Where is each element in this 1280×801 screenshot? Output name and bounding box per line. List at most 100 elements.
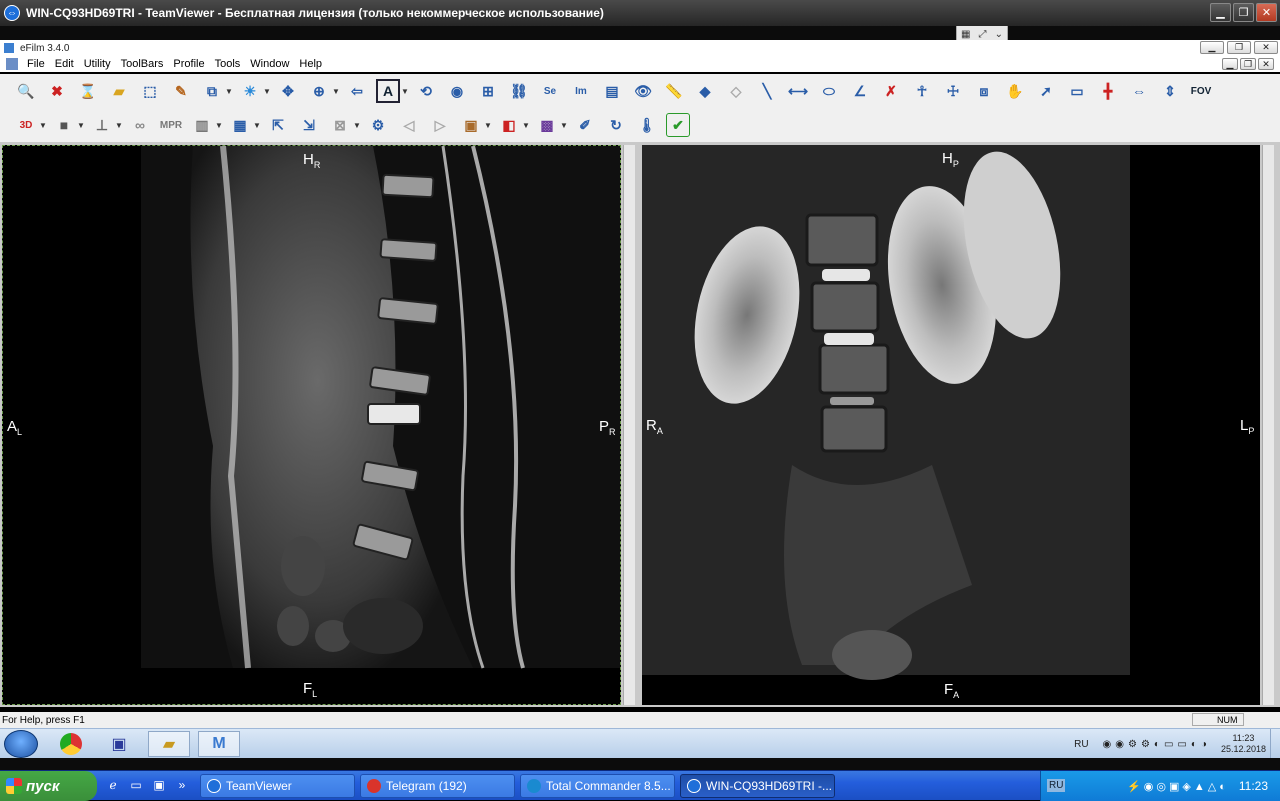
restore-button[interactable]: ❐ xyxy=(1233,3,1254,22)
film-icon[interactable]: ▦ xyxy=(228,113,252,137)
3d-dropdown[interactable]: ▼ xyxy=(39,121,47,130)
start-button[interactable]: пуск xyxy=(0,771,97,801)
cine-icon[interactable]: ◉ xyxy=(445,79,469,103)
ruler-icon[interactable]: 📏 xyxy=(662,79,686,103)
zoom-icon[interactable]: ⊕ xyxy=(307,79,331,103)
histogram-dropdown[interactable]: ▼ xyxy=(215,121,223,130)
window-level-icon[interactable]: ☀ xyxy=(238,79,262,103)
grid-icon[interactable]: ▦ xyxy=(961,29,970,40)
layout-grid-icon[interactable]: ⊞ xyxy=(476,79,500,103)
crosshair-icon[interactable]: ╋ xyxy=(1096,79,1120,103)
chrome-icon[interactable] xyxy=(50,731,92,757)
patient-icon[interactable]: ▣ xyxy=(459,113,483,137)
body-icon[interactable]: ☥ xyxy=(910,79,934,103)
rotate-image-icon[interactable]: ↻ xyxy=(604,113,628,137)
doc-close-button[interactable]: ✕ xyxy=(1258,58,1274,70)
delete-measure-icon[interactable]: ✗ xyxy=(879,79,903,103)
ellipse-roi-icon[interactable]: ⬭ xyxy=(817,79,841,103)
tray-icons[interactable]: ◉◉⚙⚙◐▭▭◐◑ xyxy=(1103,739,1211,750)
windows-start-orb[interactable] xyxy=(4,730,38,758)
arrow-annotation-icon[interactable]: ➚ xyxy=(1034,79,1058,103)
zoom-dropdown[interactable]: ▼ xyxy=(332,87,340,96)
menu-utility[interactable]: Utility xyxy=(79,58,116,70)
cube-dropdown[interactable]: ▼ xyxy=(77,121,85,130)
back-arrow-icon[interactable]: ⇦ xyxy=(345,79,369,103)
annotation-dropdown[interactable]: ▼ xyxy=(401,87,409,96)
hourglass-icon[interactable]: ⌛ xyxy=(76,79,100,103)
close-study-icon[interactable]: ✖ xyxy=(45,79,69,103)
print-icon[interactable]: ▩ xyxy=(535,113,559,137)
language-indicator[interactable]: RU xyxy=(1047,779,1066,792)
3d-icon[interactable]: 3D xyxy=(14,113,38,137)
task-telegram[interactable]: Telegram (192) xyxy=(360,774,515,798)
sync-icon[interactable]: ◆ xyxy=(693,79,717,103)
menu-edit[interactable]: Edit xyxy=(50,58,79,70)
image-open-icon[interactable]: ⬚ xyxy=(138,79,162,103)
minimize-button[interactable]: ▁ xyxy=(1210,3,1231,22)
measure-icon[interactable]: ⟷ xyxy=(786,79,810,103)
task-total-commander[interactable]: Total Commander 8.5... xyxy=(520,774,675,798)
copy-dropdown[interactable]: ▼ xyxy=(225,87,233,96)
tray-icons[interactable]: ⚡◉◎▣◈▲△◐ xyxy=(1127,780,1229,793)
efilm-minimize-button[interactable]: ▁ xyxy=(1200,41,1224,54)
glasses-icon[interactable]: ∞ xyxy=(128,113,152,137)
edit-image-icon[interactable]: ✎ xyxy=(169,79,193,103)
doc-minimize-button[interactable]: ▁ xyxy=(1222,58,1238,70)
export-icon[interactable]: ⇱ xyxy=(266,113,290,137)
thermometer-icon[interactable]: 🌡 xyxy=(635,113,659,137)
menu-window[interactable]: Window xyxy=(245,58,294,70)
mpr-icon[interactable]: MPR xyxy=(159,113,183,137)
ie-icon[interactable]: ℯ xyxy=(104,776,122,794)
scrollbar-left-viewport[interactable] xyxy=(623,145,635,705)
open-folder-icon[interactable]: ▰ xyxy=(107,79,131,103)
eye-icon[interactable]: 👁 xyxy=(631,79,655,103)
flip-horizontal-icon[interactable]: ⇔ xyxy=(1127,79,1151,103)
report-icon[interactable]: ▤ xyxy=(600,79,624,103)
save-series-icon[interactable]: ⇲ xyxy=(297,113,321,137)
axes-dropdown[interactable]: ▼ xyxy=(115,121,123,130)
copy-icon[interactable]: ⧉ xyxy=(200,79,224,103)
menu-help[interactable]: Help xyxy=(294,58,327,70)
angle-icon[interactable]: ∠ xyxy=(848,79,872,103)
draw-icon[interactable]: ✐ xyxy=(573,113,597,137)
settings-icon[interactable]: ⚙ xyxy=(366,113,390,137)
next-series-icon[interactable]: ▷ xyxy=(428,113,452,137)
scrollbar-right-viewport[interactable] xyxy=(1262,145,1274,705)
save-disk-icon[interactable]: ▣ xyxy=(98,731,140,757)
doc-restore-button[interactable]: ❐ xyxy=(1240,58,1256,70)
menu-tools[interactable]: Tools xyxy=(210,58,246,70)
search-study-icon[interactable]: 🔍 xyxy=(14,79,38,103)
viewport-coronal[interactable]: HP FA RA LP xyxy=(642,145,1260,705)
desktop-icon[interactable]: ▭ xyxy=(127,776,145,794)
fullscreen-icon[interactable]: ⤢ xyxy=(979,29,987,40)
close-button[interactable]: ✕ xyxy=(1256,3,1277,22)
image-icon[interactable]: Im xyxy=(569,79,593,103)
stack-icon[interactable]: ◇ xyxy=(724,79,748,103)
floppy-icon[interactable]: ▣ xyxy=(150,776,168,794)
compare-icon[interactable]: ⊠ xyxy=(328,113,352,137)
compare-dropdown[interactable]: ▼ xyxy=(353,121,361,130)
mark-icon[interactable]: ◧ xyxy=(497,113,521,137)
patient-dropdown[interactable]: ▼ xyxy=(484,121,492,130)
fov-icon[interactable]: FOV xyxy=(1189,79,1213,103)
scale-icon[interactable]: ▭ xyxy=(1065,79,1089,103)
hand-icon[interactable]: ✋ xyxy=(1003,79,1027,103)
previous-series-icon[interactable]: ◁ xyxy=(397,113,421,137)
axes-icon[interactable]: ⊥ xyxy=(90,113,114,137)
approve-icon[interactable]: ✔ xyxy=(666,113,690,137)
cube-icon[interactable]: ■ xyxy=(52,113,76,137)
task-teamviewer[interactable]: TeamViewer xyxy=(200,774,355,798)
more-icon[interactable]: » xyxy=(173,776,191,794)
explorer-folder-icon[interactable]: ▰ xyxy=(148,731,190,757)
link-icon[interactable]: ⛓ xyxy=(507,79,531,103)
clock[interactable]: 11:23 xyxy=(1239,779,1268,793)
flip-vertical-icon[interactable]: ⇕ xyxy=(1158,79,1182,103)
window-level-dropdown[interactable]: ▼ xyxy=(263,87,271,96)
series-icon[interactable]: Se xyxy=(538,79,562,103)
document-icon[interactable] xyxy=(6,58,18,70)
line-icon[interactable]: ╲ xyxy=(755,79,779,103)
efilm-restore-button[interactable]: ❐ xyxy=(1227,41,1251,54)
pan-icon[interactable]: ✥ xyxy=(276,79,300,103)
remote-clock[interactable]: 11:23 25.12.2018 xyxy=(1221,733,1266,755)
efilm-taskbar-icon[interactable]: M xyxy=(198,731,240,757)
